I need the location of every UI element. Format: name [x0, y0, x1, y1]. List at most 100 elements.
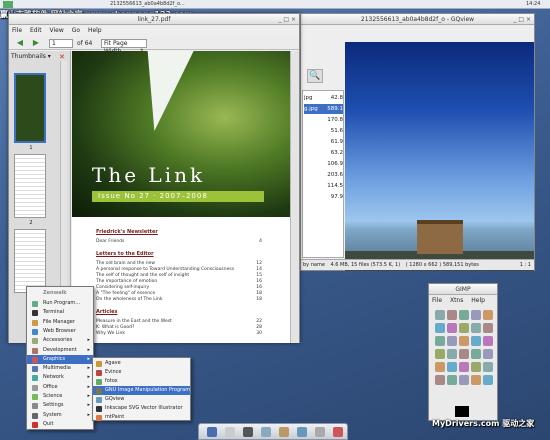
menu-item-web-browser[interactable]: Web Browser	[27, 327, 93, 336]
menu-help[interactable]: Help	[88, 27, 102, 34]
gimp-tool-icon[interactable]	[471, 323, 481, 333]
settings-icon[interactable]	[315, 427, 325, 437]
thumbnail-page-3[interactable]	[14, 229, 46, 293]
menu-item-development[interactable]: Development ▸	[27, 346, 93, 355]
gqview-titlebar[interactable]: 2132556613_ab0a4b8d2f_o - GQview _ □ ×	[301, 14, 534, 25]
gimp-tool-icon[interactable]	[447, 310, 457, 320]
toc-entry-page: 4	[259, 239, 262, 244]
pdf-titlebar[interactable]: link_27.pdf _ □ ×	[9, 14, 299, 25]
submenu-item[interactable]: Evince	[93, 368, 190, 377]
app-menu-icon[interactable]	[3, 1, 13, 8]
status-bar: by name 4.6 MB, 15 files (573.5 K, 1) ( …	[301, 259, 534, 270]
gimp-tool-icon[interactable]	[483, 362, 493, 372]
menu-item-settings[interactable]: Settings ▸	[27, 401, 93, 410]
submenu-item[interactable]: fotox	[93, 377, 190, 386]
file-list-item[interactable]: 114.5	[304, 181, 343, 191]
gimp-tool-icon[interactable]	[483, 310, 493, 320]
gimp-tool-icon[interactable]	[459, 323, 469, 333]
menu-item-science[interactable]: Science ▸	[27, 392, 93, 401]
gimp-tool-icon[interactable]	[435, 323, 445, 333]
gimp-tool-icon[interactable]	[459, 375, 469, 385]
file-list-item[interactable]: g.jpg 589.1	[304, 104, 343, 114]
gimp-tool-icon[interactable]	[459, 362, 469, 372]
gimp-tool-icon[interactable]	[435, 310, 445, 320]
menu-edit[interactable]: Edit	[30, 27, 42, 34]
menu-view[interactable]: View	[50, 27, 64, 34]
gimp-tool-icon[interactable]	[459, 349, 469, 359]
gimp-tool-icon[interactable]	[459, 310, 469, 320]
gimp-tool-icon[interactable]	[483, 375, 493, 385]
file-list-item[interactable]: 97.9	[304, 192, 343, 202]
thumbnails-dropdown[interactable]: Thumbnails ▾	[11, 53, 51, 61]
menu-item-file-manager[interactable]: File Manager	[27, 318, 93, 327]
submenu-item[interactable]: Agave	[93, 359, 190, 368]
menu-item-multimedia[interactable]: Multimedia ▸	[27, 364, 93, 373]
window-tab[interactable]: 2132556613_ab0a4b8d2f_o...	[110, 1, 200, 8]
file-list-item[interactable]: jpg 42.8	[304, 93, 343, 103]
browser-icon[interactable]	[261, 427, 271, 437]
file-list-item[interactable]: 170.8	[304, 115, 343, 125]
prev-page-icon[interactable]: ◀	[15, 38, 25, 48]
menu-item-system[interactable]: System ▸	[27, 411, 93, 420]
trash-icon[interactable]	[333, 427, 343, 437]
file-list-item[interactable]: 63.2	[304, 148, 343, 158]
files-icon[interactable]	[225, 427, 235, 437]
menu-item-run-program[interactable]: Run Program...	[27, 299, 93, 308]
file-list-item[interactable]: 51.6	[304, 126, 343, 136]
close-icon[interactable]: ✕	[59, 53, 65, 61]
gimp-tool-icon[interactable]	[471, 336, 481, 346]
mail-icon[interactable]	[279, 427, 289, 437]
gimp-menu-file[interactable]: File	[432, 297, 442, 304]
menu-go[interactable]: Go	[72, 27, 80, 34]
page-number-input[interactable]: 1	[49, 39, 73, 48]
foreground-color-swatch[interactable]	[455, 406, 469, 417]
thumbnail-number: 2	[29, 220, 33, 226]
gimp-tool-icon[interactable]	[483, 336, 493, 346]
status-sort[interactable]: by name	[303, 262, 325, 268]
next-page-icon[interactable]: ▶	[31, 38, 41, 48]
home-icon[interactable]	[207, 427, 217, 437]
zoom-icon[interactable]: 🔍	[307, 69, 323, 83]
file-list-item[interactable]: 106.9	[304, 159, 343, 169]
submenu-item[interactable]: mtPaint	[93, 413, 190, 422]
thumbnail-page-2[interactable]	[14, 154, 46, 218]
gimp-tool-icon[interactable]	[447, 323, 457, 333]
gimp-tool-icon[interactable]	[471, 362, 481, 372]
menu-item-graphics[interactable]: Graphics ▸	[27, 354, 93, 364]
gimp-tool-icon[interactable]	[483, 323, 493, 333]
menu-file[interactable]: File	[12, 27, 22, 34]
window-controls[interactable]: _ □ ×	[513, 16, 531, 23]
chat-icon[interactable]	[297, 427, 307, 437]
menu-item-quit[interactable]: Quit	[27, 420, 93, 429]
file-list-item[interactable]: 61.9	[304, 137, 343, 147]
gimp-tool-icon[interactable]	[447, 362, 457, 372]
gimp-tool-icon[interactable]	[435, 362, 445, 372]
submenu-item[interactable]: GNU Image Manipulation Program	[93, 386, 190, 395]
terminal-icon[interactable]	[243, 427, 253, 437]
gimp-tool-icon[interactable]	[447, 349, 457, 359]
gimp-tool-icon[interactable]	[471, 310, 481, 320]
gimp-tool-icon[interactable]	[471, 349, 481, 359]
gimp-menu-xtns[interactable]: Xtns	[450, 297, 463, 304]
gimp-titlebar[interactable]: GIMP	[429, 284, 497, 295]
zoom-select[interactable]: Fit Page Width⇕	[101, 39, 147, 55]
menu-item-accessories[interactable]: Accessories ▸	[27, 336, 93, 345]
gimp-tool-icon[interactable]	[435, 375, 445, 385]
menu-item-network[interactable]: Network ▸	[27, 373, 93, 382]
gimp-tool-icon[interactable]	[435, 349, 445, 359]
submenu-item[interactable]: GQview	[93, 395, 190, 404]
gimp-menu-help[interactable]: Help	[471, 297, 485, 304]
document-scrollbar[interactable]	[291, 51, 299, 343]
gimp-tool-icon[interactable]	[459, 336, 469, 346]
submenu-item[interactable]: Inkscape SVG Vector Illustrator	[93, 404, 190, 413]
gimp-tool-icon[interactable]	[435, 336, 445, 346]
gimp-tool-icon[interactable]	[471, 375, 481, 385]
gimp-tool-icon[interactable]	[483, 349, 493, 359]
gimp-tool-icon[interactable]	[447, 375, 457, 385]
gimp-tool-icon[interactable]	[447, 336, 457, 346]
thumbnail-page-1[interactable]	[14, 73, 46, 143]
window-controls[interactable]: _ □ ×	[278, 16, 296, 23]
file-list-item[interactable]: 203.6	[304, 170, 343, 180]
menu-item-terminal[interactable]: Terminal	[27, 308, 93, 317]
menu-item-office[interactable]: Office ▸	[27, 383, 93, 392]
